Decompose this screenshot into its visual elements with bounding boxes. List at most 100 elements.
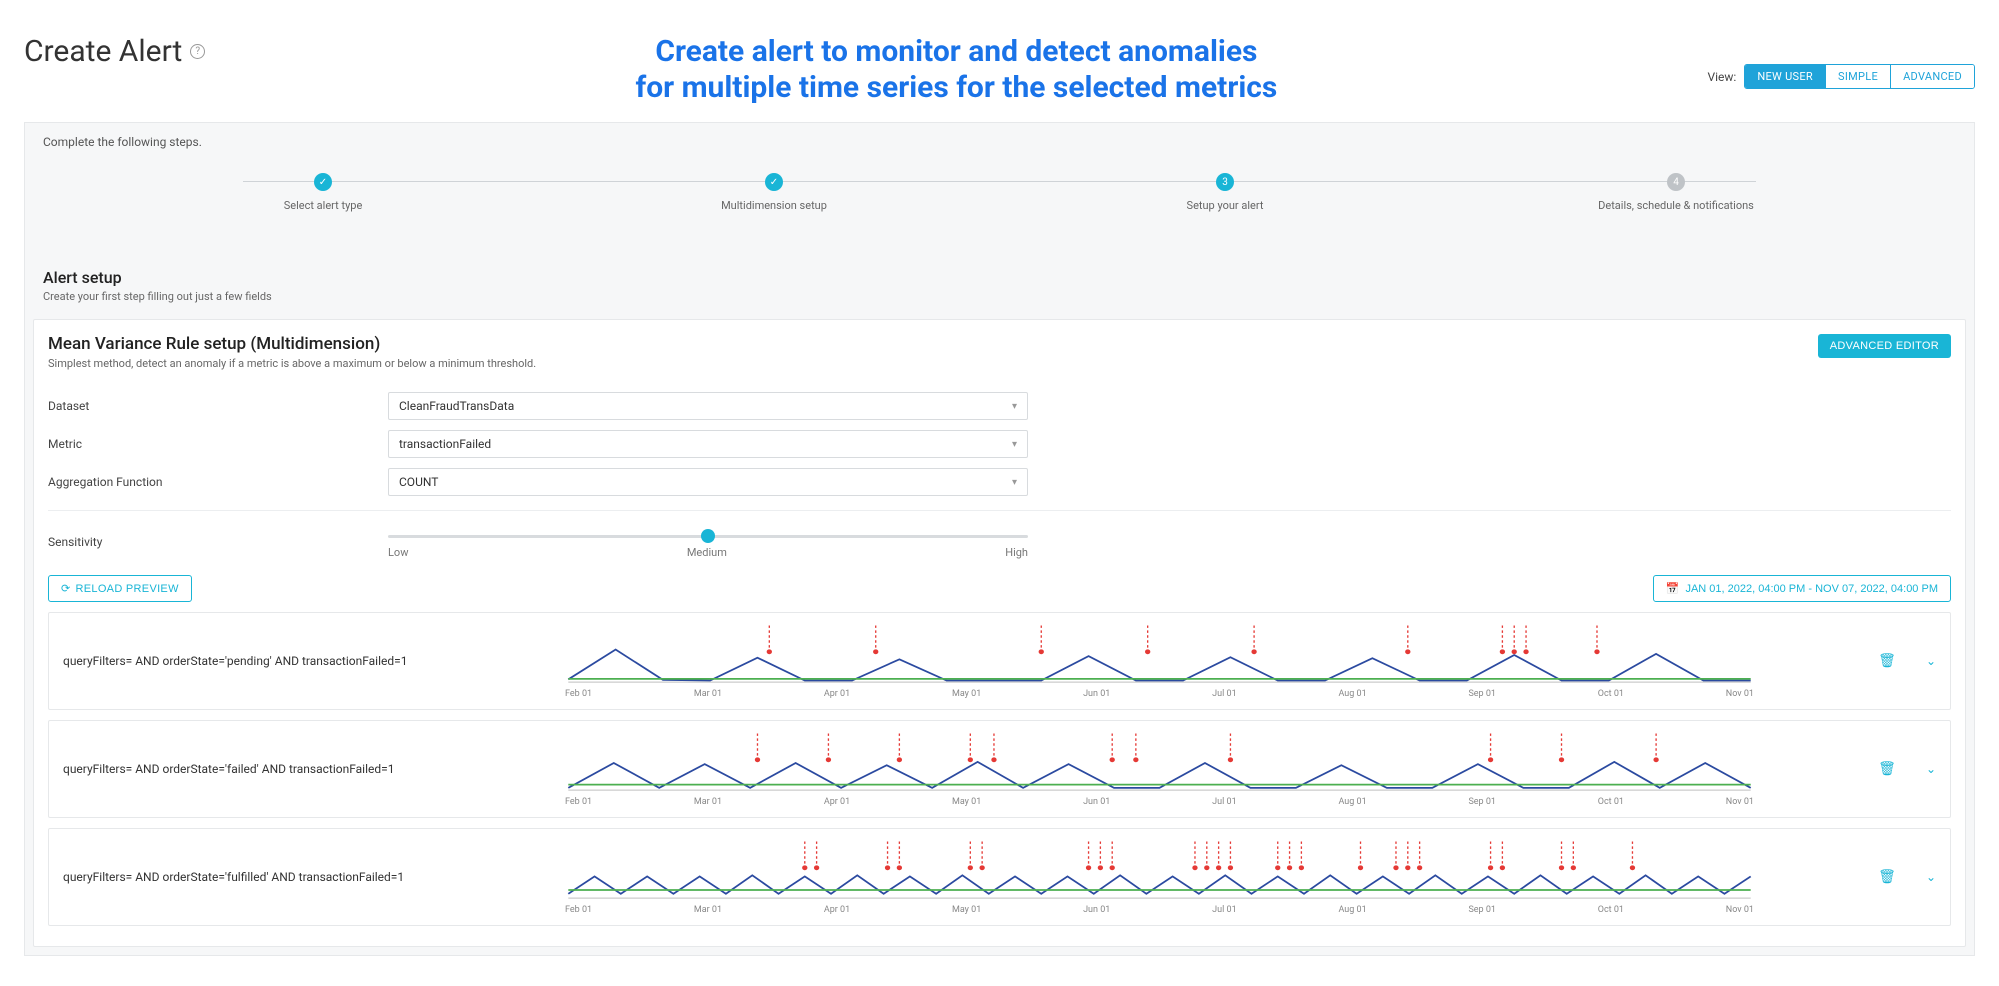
axis-tick: Aug 01 [1338, 797, 1366, 807]
axis-tick: Mar 01 [694, 797, 722, 807]
series-query-label: queryFilters= AND orderState='pending' A… [63, 654, 563, 668]
aggregation-label: Aggregation Function [48, 475, 388, 489]
chevron-down-icon[interactable]: ⌄ [1926, 654, 1936, 668]
series-actions: 🗑⌄ [1756, 653, 1936, 669]
series-card: queryFilters= AND orderState='fulfilled'… [48, 828, 1951, 926]
step-dot-4: 4 [1667, 173, 1685, 191]
step-2: Multidimension setup [674, 173, 874, 212]
step-4: 4 Details, schedule & notifications [1576, 173, 1776, 212]
axis-tick: Aug 01 [1338, 905, 1366, 915]
axis-tick: Sep 01 [1468, 689, 1496, 699]
chevron-down-icon: ▾ [1012, 401, 1017, 412]
axis-tick: Apr 01 [824, 797, 850, 807]
view-tab-simple[interactable]: SIMPLE [1825, 65, 1890, 88]
view-tab-new-user[interactable]: NEW USER [1745, 65, 1825, 88]
series-query-label: queryFilters= AND orderState='failed' AN… [63, 762, 563, 776]
step-label-1: Select alert type [223, 199, 423, 212]
view-button-group: NEW USER SIMPLE ADVANCED [1744, 64, 1975, 89]
axis-tick: Oct 01 [1598, 689, 1624, 699]
axis-tick: Apr 01 [824, 689, 850, 699]
axis-tick: Jun 01 [1083, 797, 1110, 807]
axis-tick: Jul 01 [1212, 905, 1236, 915]
axis-tick: Aug 01 [1338, 689, 1366, 699]
axis-tick: Jun 01 [1083, 905, 1110, 915]
chevron-down-icon[interactable]: ⌄ [1926, 870, 1936, 884]
chart-x-axis: Feb 01Mar 01Apr 01May 01Jun 01Jul 01Aug … [563, 905, 1756, 915]
sensitivity-low: Low [388, 546, 408, 559]
view-toggle: View: NEW USER SIMPLE ADVANCED [1707, 64, 1975, 89]
alert-setup-title: Alert setup [43, 268, 1956, 287]
step-dot-1 [314, 173, 332, 191]
aggregation-value: COUNT [399, 475, 438, 489]
date-range-button[interactable]: 📅 JAN 01, 2022, 04:00 PM - NOV 07, 2022,… [1653, 575, 1951, 602]
series-chart [563, 839, 1756, 903]
step-label-2: Multidimension setup [674, 199, 874, 212]
chevron-down-icon: ▾ [1012, 477, 1017, 488]
chevron-down-icon[interactable]: ⌄ [1926, 762, 1936, 776]
series-chart [563, 731, 1756, 795]
trash-icon[interactable]: 🗑 [1878, 761, 1896, 777]
alert-setup-head: Alert setup Create your first step filli… [25, 252, 1974, 309]
axis-tick: Oct 01 [1598, 797, 1624, 807]
chart-x-axis: Feb 01 Mar 01 Apr 01 May 01 Jun 01 Jul 01 Aug … [563, 797, 1756, 807]
axis-tick: Feb 01 [565, 689, 592, 699]
axis-tick: Jul 01 [1212, 797, 1236, 807]
series-card: queryFilters= AND orderState='failed' AN… [48, 720, 1951, 818]
axis-tick: Mar 01 [694, 689, 722, 699]
axis-tick: Nov 01 [1726, 797, 1754, 807]
annotation-overlay: Create alert to monitor and detect anoma… [205, 34, 1707, 106]
step-dot-3: 3 [1216, 173, 1234, 191]
step-3: 3 Setup your alert [1125, 173, 1325, 212]
calendar-icon: 📅 [1666, 582, 1680, 595]
axis-tick: Feb 01 [565, 797, 592, 807]
axis-tick: Apr 01 [824, 905, 850, 915]
advanced-editor-button[interactable]: ADVANCED EDITOR [1818, 334, 1951, 358]
view-label: View: [1707, 70, 1736, 84]
page-title-text: Create Alert [24, 34, 182, 69]
slider-thumb[interactable] [701, 529, 715, 543]
page-title: Create Alert ? [24, 34, 205, 69]
trash-icon[interactable]: 🗑 [1878, 869, 1896, 885]
series-chart [563, 623, 1756, 687]
series-actions: 🗑⌄ [1756, 761, 1936, 777]
metric-select[interactable]: transactionFailed ▾ [388, 430, 1028, 458]
help-icon[interactable]: ? [190, 44, 205, 59]
dataset-value: CleanFraudTransData [399, 399, 514, 413]
main-panel: Complete the following steps. Select ale… [24, 122, 1975, 956]
steps-title: Complete the following steps. [43, 135, 1956, 149]
axis-tick: Jun 01 [1083, 689, 1110, 699]
axis-tick: Mar 01 [694, 905, 722, 915]
dataset-select[interactable]: CleanFraudTransData ▾ [388, 392, 1028, 420]
axis-tick: Jul 01 [1212, 689, 1236, 699]
sensitivity-medium: Medium [687, 546, 727, 559]
alert-setup-subtitle: Create your first step filling out just … [43, 290, 1956, 303]
sensitivity-slider[interactable]: Low Medium High [388, 525, 1028, 559]
rule-title: Mean Variance Rule setup (Multidimension… [48, 334, 536, 354]
axis-tick: Nov 01 [1726, 689, 1754, 699]
dataset-label: Dataset [48, 399, 388, 413]
reload-label: RELOAD PREVIEW [76, 583, 179, 595]
series-card: queryFilters= AND orderState='pending' A… [48, 612, 1951, 710]
view-tab-advanced[interactable]: ADVANCED [1890, 65, 1974, 88]
stepper: Select alert type Multidimension setup 3… [43, 167, 1956, 240]
annotation-line2: for multiple time series for the selecte… [245, 70, 1667, 106]
rule-subtitle: Simplest method, detect an anomaly if a … [48, 357, 536, 370]
sensitivity-high: High [1005, 546, 1028, 559]
axis-tick: Sep 01 [1468, 905, 1496, 915]
metric-label: Metric [48, 437, 388, 451]
trash-icon[interactable]: 🗑 [1878, 653, 1896, 669]
axis-tick: Feb 01 [565, 905, 592, 915]
chevron-down-icon: ▾ [1012, 439, 1017, 450]
axis-tick: May 01 [952, 797, 981, 807]
step-dot-2 [765, 173, 783, 191]
reload-preview-button[interactable]: ⟳ RELOAD PREVIEW [48, 575, 192, 602]
refresh-icon: ⟳ [61, 582, 71, 595]
axis-tick: Oct 01 [1598, 905, 1624, 915]
date-range-text: JAN 01, 2022, 04:00 PM - NOV 07, 2022, 0… [1685, 583, 1938, 595]
chart-x-axis: Feb 01Mar 01Apr 01May 01Jun 01Jul 01Aug … [563, 689, 1756, 699]
sensitivity-label: Sensitivity [48, 535, 388, 549]
axis-tick: Nov 01 [1726, 905, 1754, 915]
step-label-3: Setup your alert [1125, 199, 1325, 212]
rule-card: Mean Variance Rule setup (Multidimension… [33, 319, 1966, 947]
aggregation-select[interactable]: COUNT ▾ [388, 468, 1028, 496]
